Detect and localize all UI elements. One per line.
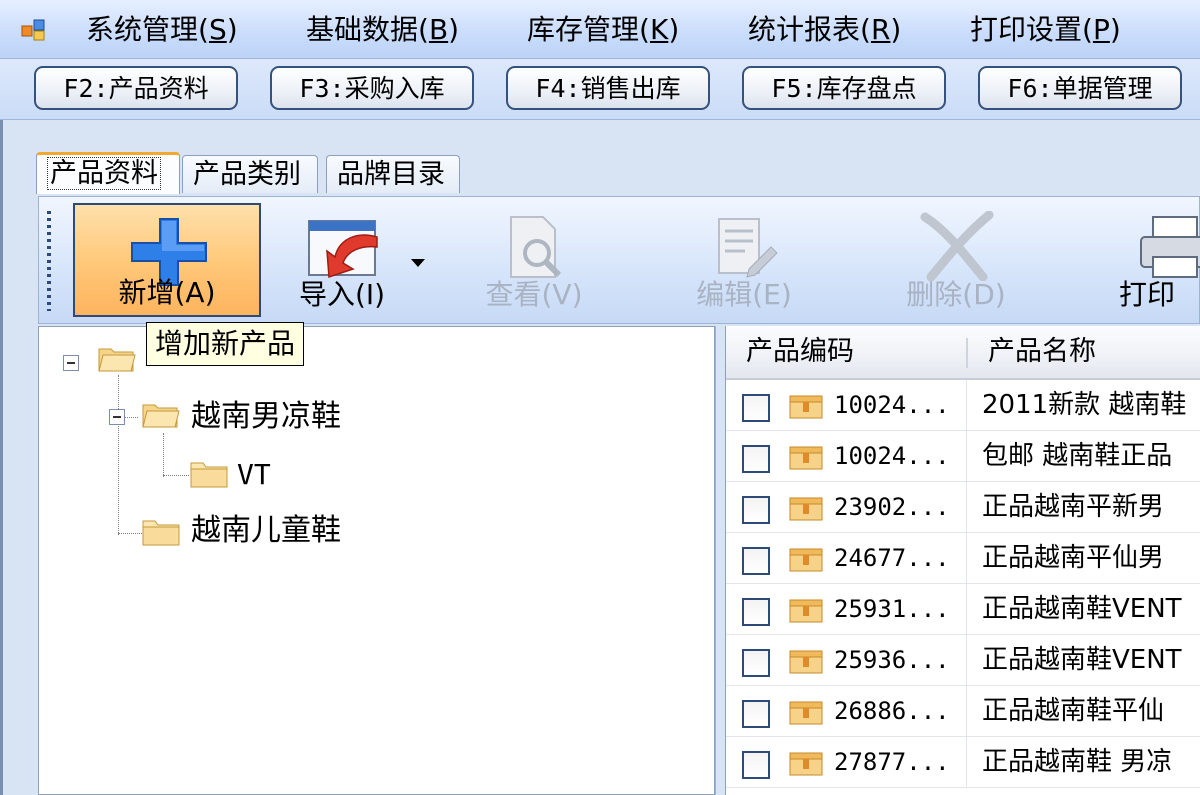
grid-header: 产品编码 产品名称: [726, 326, 1200, 380]
row-checkbox[interactable]: [742, 547, 770, 575]
product-box-icon: [789, 548, 823, 572]
column-header-name[interactable]: 产品名称: [988, 326, 1096, 378]
tree-collapse-root-icon[interactable]: [63, 355, 79, 371]
cell-product-code: 25936...: [834, 646, 950, 674]
row-checkbox[interactable]: [742, 598, 770, 626]
tree-collapse-icon[interactable]: [109, 409, 125, 425]
cell-product-name: 正品越南鞋VENT: [982, 594, 1182, 624]
tab-product-category[interactable]: 产品类别: [182, 155, 318, 193]
tab-brand-directory[interactable]: 品牌目录: [326, 155, 460, 193]
tree-connector: [163, 433, 164, 477]
menu-system[interactable]: 系统管理(S): [86, 12, 238, 48]
cell-product-code: 24677...: [834, 544, 950, 572]
folder-icon: [190, 462, 228, 488]
view-button[interactable]: 查看(V): [469, 203, 599, 317]
product-toolbar: 新增(A) 导入(I) 查看(V) 编辑(E) 删除(D) 打印: [38, 196, 1200, 324]
product-box-icon: [789, 650, 823, 674]
table-row[interactable]: 25931... 正品越南鞋VENT: [726, 584, 1200, 635]
import-button[interactable]: 导入(I): [277, 203, 407, 317]
function-key-bar: F2:产品资料 F3:采购入库 F4:销售出库 F5:库存盘点 F6:单据管理: [0, 59, 1200, 120]
cell-product-name: 2011新款 越南鞋: [982, 390, 1187, 420]
tree-node-vn-kids-shoes[interactable]: 越南儿童鞋: [191, 511, 341, 551]
toolbar-grip[interactable]: [47, 211, 51, 311]
cell-product-name: 正品越南平仙男: [982, 543, 1165, 573]
row-checkbox[interactable]: [742, 649, 770, 677]
menu-print-settings[interactable]: 打印设置(P): [970, 12, 1121, 48]
row-checkbox[interactable]: [742, 751, 770, 779]
row-checkbox[interactable]: [742, 394, 770, 422]
tree-connector: [118, 375, 119, 535]
cell-product-name: 正品越南鞋平仙: [982, 696, 1165, 726]
delete-button[interactable]: 删除(D): [891, 203, 1021, 317]
cell-product-code: 10024...: [834, 391, 950, 419]
row-checkbox[interactable]: [742, 496, 770, 524]
f4-sales-out-button[interactable]: F4:销售出库: [506, 66, 710, 110]
product-box-icon: [789, 395, 823, 419]
f3-purchase-in-button[interactable]: F3:采购入库: [270, 66, 474, 110]
f6-document-manage-button[interactable]: F6:单据管理: [978, 66, 1182, 110]
cell-separator: [966, 686, 967, 736]
cell-product-code: 23902...: [834, 493, 950, 521]
cell-product-name: 正品越南平新男: [982, 492, 1165, 522]
cell-product-code: 26886...: [834, 697, 950, 725]
column-separator[interactable]: [966, 338, 968, 368]
cell-product-code: 27877...: [834, 748, 950, 776]
row-checkbox[interactable]: [742, 445, 770, 473]
column-header-code[interactable]: 产品编码: [746, 326, 854, 378]
folder-icon: [142, 520, 180, 546]
cell-product-name: 正品越南鞋VENT: [982, 645, 1182, 675]
product-box-icon: [789, 497, 823, 521]
tree-connector: [118, 533, 142, 534]
cell-separator: [966, 737, 967, 787]
table-row[interactable]: 10024... 2011新款 越南鞋: [726, 380, 1200, 431]
cell-product-code: 10024...: [834, 442, 950, 470]
menu-inventory[interactable]: 库存管理(K): [527, 12, 679, 48]
table-row[interactable]: 27877... 正品越南鞋 男凉: [726, 737, 1200, 788]
cell-product-code: 25931...: [834, 595, 950, 623]
f5-stocktake-button[interactable]: F5:库存盘点: [742, 66, 946, 110]
row-checkbox[interactable]: [742, 700, 770, 728]
tab-product-info[interactable]: 产品资料: [36, 152, 180, 194]
tree-node-vt[interactable]: VT: [237, 455, 271, 495]
cell-separator: [966, 482, 967, 532]
add-button-tooltip: 增加新产品: [146, 322, 305, 366]
import-icon: [308, 220, 378, 279]
cell-separator: [966, 380, 967, 430]
table-row[interactable]: 26886... 正品越南鞋平仙: [726, 686, 1200, 737]
product-box-icon: [789, 701, 823, 725]
product-box-icon: [789, 752, 823, 776]
cell-separator: [966, 431, 967, 481]
product-box-icon: [789, 446, 823, 470]
tree-connector: [163, 475, 189, 476]
product-box-icon: [789, 599, 823, 623]
folder-open-icon: [98, 348, 136, 372]
table-row[interactable]: 23902... 正品越南平新男: [726, 482, 1200, 533]
menu-reports[interactable]: 统计报表(R): [748, 12, 901, 48]
table-row[interactable]: 25936... 正品越南鞋VENT: [726, 635, 1200, 686]
category-tree[interactable]: 越南男凉鞋 VT 越南儿童鞋: [38, 326, 715, 795]
cell-separator: [966, 584, 967, 634]
f2-product-info-button[interactable]: F2:产品资料: [34, 66, 238, 110]
product-grid[interactable]: 产品编码 产品名称 10024... 2011新款 越南鞋 10024... 包邮 越…: [725, 326, 1200, 795]
cell-product-name: 正品越南鞋 男凉: [982, 747, 1173, 777]
folder-open-icon: [142, 404, 180, 428]
cell-product-name: 包邮 越南鞋正品: [982, 441, 1173, 471]
table-row[interactable]: 10024... 包邮 越南鞋正品: [726, 431, 1200, 482]
edit-button[interactable]: 编辑(E): [679, 203, 809, 317]
tree-node-vn-men-sandals[interactable]: 越南男凉鞋: [191, 397, 341, 437]
delete-x-icon: [920, 211, 994, 281]
menu-base-data[interactable]: 基础数据(B): [306, 12, 459, 48]
cell-separator: [966, 533, 967, 583]
app-icon: [21, 19, 45, 41]
add-button[interactable]: 新增(A): [73, 203, 261, 317]
panel-splitter[interactable]: [715, 326, 725, 795]
menu-bar: 系统管理(S) 基础数据(B) 库存管理(K) 统计报表(R) 打印设置(P): [0, 0, 1200, 59]
table-row[interactable]: 24677... 正品越南平仙男: [726, 533, 1200, 584]
cell-separator: [966, 635, 967, 685]
print-button[interactable]: 打印: [1109, 203, 1200, 317]
import-dropdown-arrow-icon[interactable]: [411, 259, 425, 267]
